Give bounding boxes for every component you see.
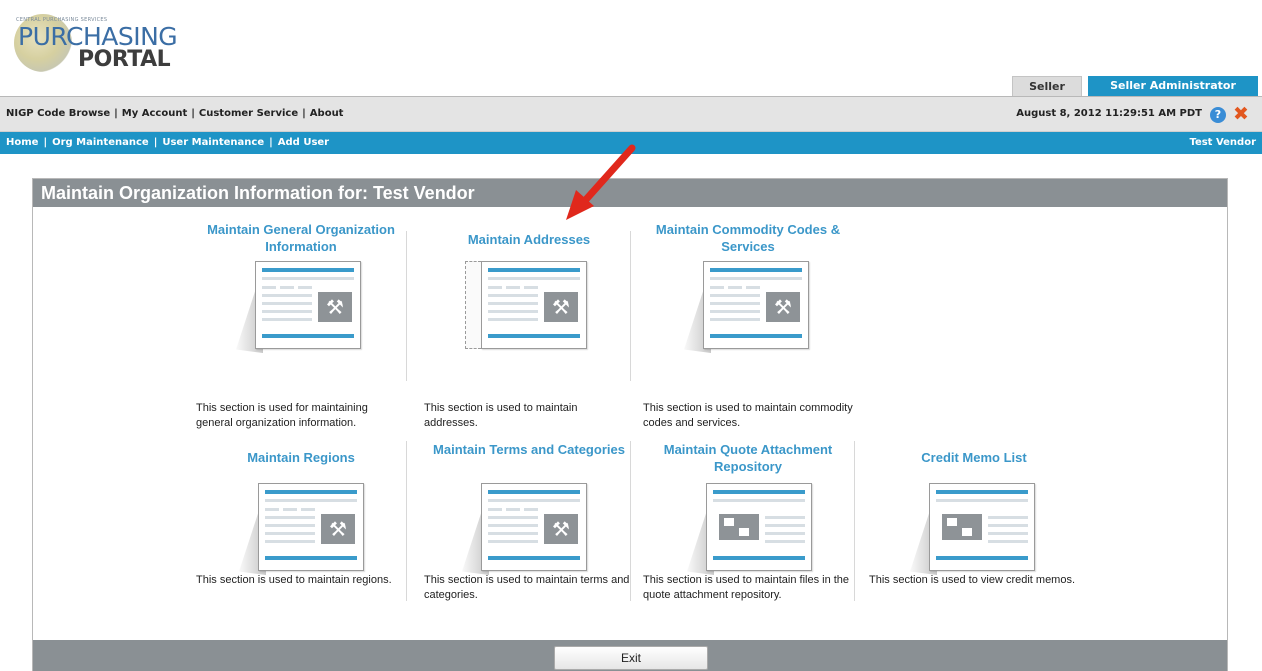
column-divider xyxy=(630,441,631,601)
tab-seller-administrator[interactable]: Seller Administrator xyxy=(1088,76,1258,96)
purchasing-portal-logo: CENTRAL PURCHASING SERVICES PURCHASING P… xyxy=(12,8,182,72)
card-description: This section is used to maintain terms a… xyxy=(424,574,630,601)
nav-link-org-maintenance[interactable]: Org Maintenance xyxy=(52,137,149,148)
current-datetime: August 8, 2012 11:29:51 AM PDT xyxy=(1016,108,1202,119)
close-icon[interactable]: ✖ xyxy=(1232,105,1250,124)
vendor-name: Test Vendor xyxy=(1189,137,1256,148)
card-description: This section is used to view credit memo… xyxy=(869,574,1076,586)
link-maintain-regions[interactable]: Maintain Regions xyxy=(196,449,406,466)
nav-separator: | xyxy=(269,137,273,148)
nav-separator: | xyxy=(153,137,158,148)
link-maintain-terms-and-categories[interactable]: Maintain Terms and Categories xyxy=(424,441,634,458)
nav-separator: | xyxy=(43,137,48,148)
panel-footer: Exit xyxy=(33,640,1227,671)
top-navigation-bar: NIGP Code Browse | My Account | Customer Ser… xyxy=(0,96,1262,132)
card-description: This section is used to maintain files i… xyxy=(643,574,850,601)
card-description: This section is used to maintain regions… xyxy=(196,574,392,586)
card-description: This section is used for maintaining gen… xyxy=(196,402,368,429)
link-maintain-commodity-codes-services[interactable]: Maintain Commodity Codes & Services xyxy=(643,221,853,255)
logo-line-2: PORTAL xyxy=(78,47,171,72)
tab-seller[interactable]: Seller xyxy=(1012,76,1082,96)
page-title: Maintain Organization Information for: T… xyxy=(41,183,475,203)
organization-maintenance-panel: Maintain Organization Information for: T… xyxy=(32,178,1228,671)
role-tabs: Seller Seller Administrator xyxy=(1012,76,1258,96)
column-divider xyxy=(630,231,631,381)
nav-link-my-account[interactable]: My Account xyxy=(122,108,187,119)
nav-separator: | xyxy=(114,108,118,119)
link-maintain-general-organization-information[interactable]: Maintain General Organization Informatio… xyxy=(196,221,406,255)
red-arrow-annotation xyxy=(566,144,636,220)
column-divider xyxy=(854,441,855,601)
link-maintain-addresses[interactable]: Maintain Addresses xyxy=(424,231,634,248)
help-icon[interactable]: ? xyxy=(1210,107,1226,123)
exit-button[interactable]: Exit xyxy=(554,646,708,670)
nav-link-add-user[interactable]: Add User xyxy=(278,137,329,148)
link-maintain-quote-attachment-repository[interactable]: Maintain Quote Attachment Repository xyxy=(643,441,853,475)
link-credit-memo-list[interactable]: Credit Memo List xyxy=(869,449,1079,466)
column-divider xyxy=(406,441,407,601)
nav-link-about[interactable]: About xyxy=(310,108,344,119)
nav-link-customer-service[interactable]: Customer Service xyxy=(199,108,298,119)
nav-link-nigp-code-browse[interactable]: NIGP Code Browse xyxy=(6,108,110,119)
nav-separator: | xyxy=(191,108,195,119)
column-divider xyxy=(406,231,407,381)
nav-separator: | xyxy=(302,108,306,119)
card-description: This section is used to maintain address… xyxy=(424,402,578,429)
nav-link-home[interactable]: Home xyxy=(6,137,38,148)
card-description: This section is used to maintain commodi… xyxy=(643,402,853,429)
nav-link-user-maintenance[interactable]: User Maintenance xyxy=(162,137,264,148)
